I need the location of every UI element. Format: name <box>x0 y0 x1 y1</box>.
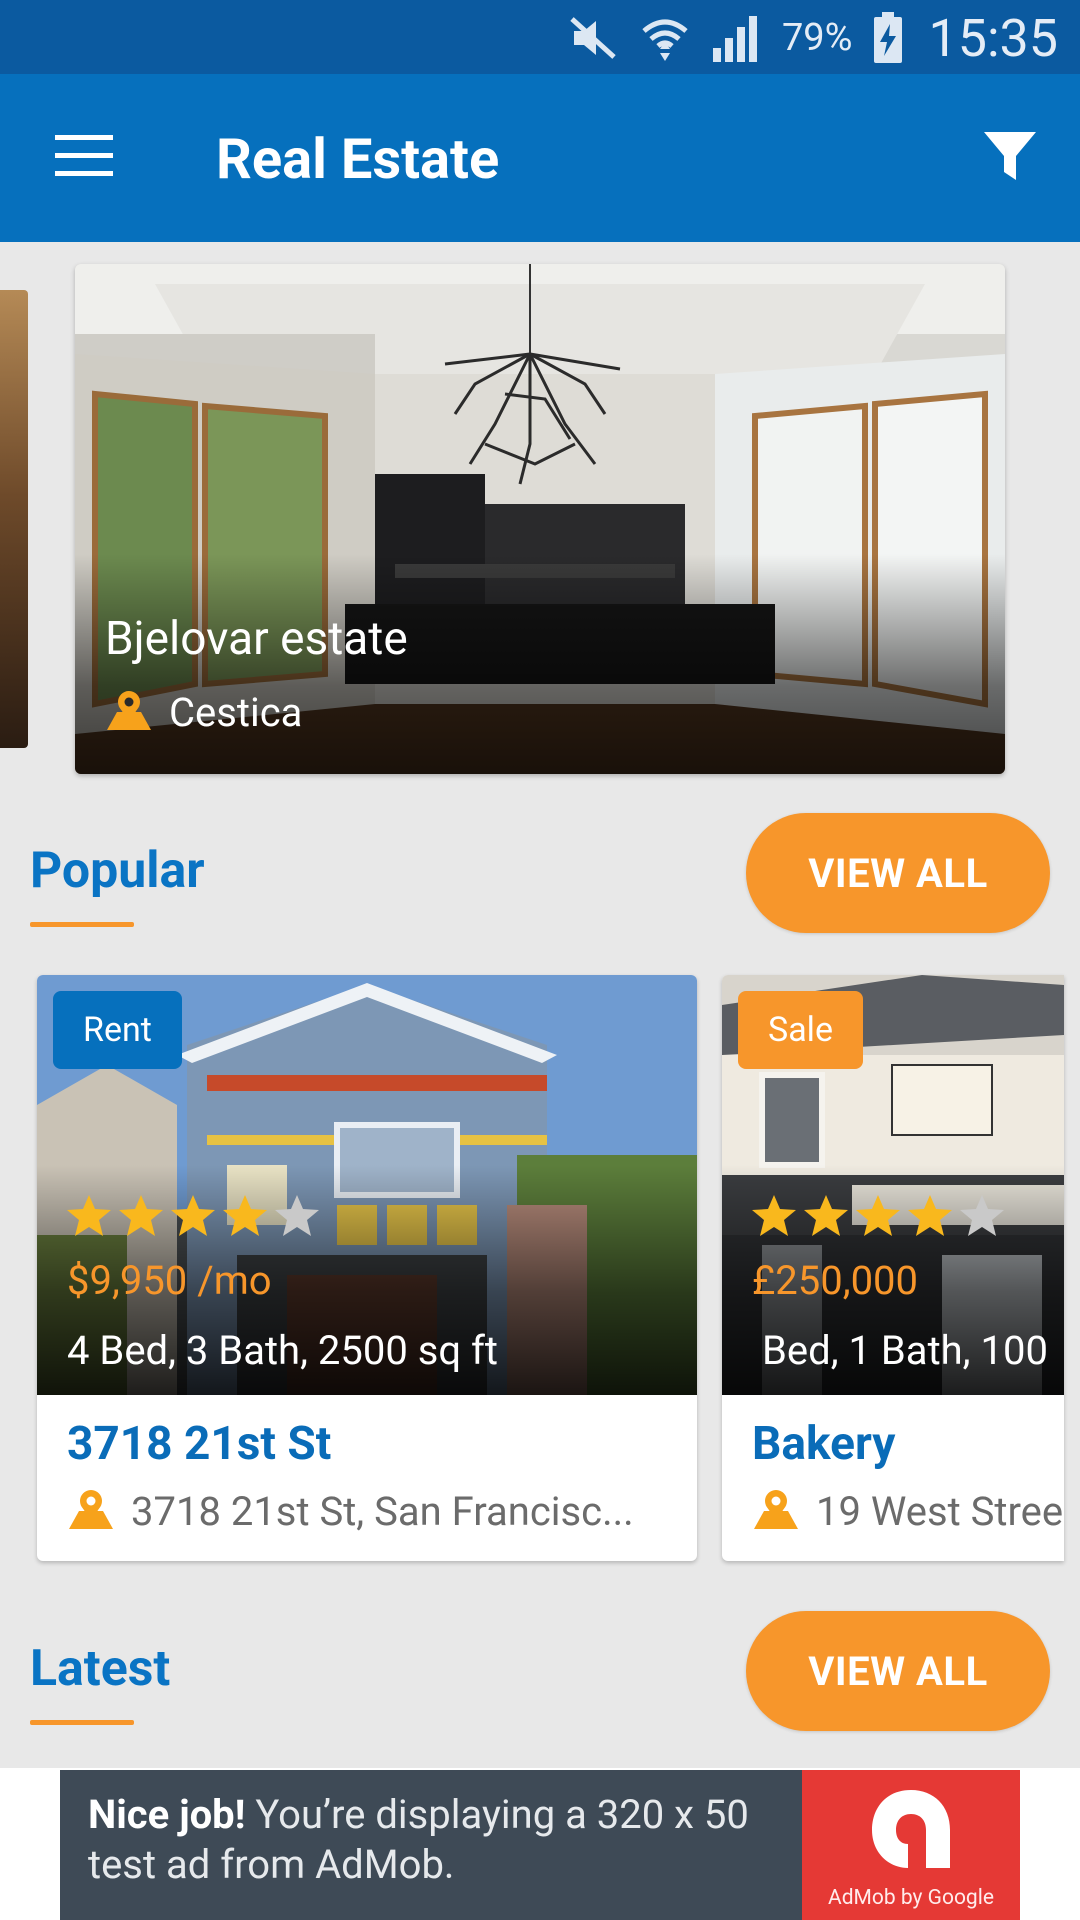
wifi-icon <box>638 11 692 65</box>
star-icon <box>65 1193 113 1243</box>
admob-icon <box>872 1790 950 1868</box>
popular-heading: Popular <box>30 842 205 900</box>
featured-location-label: Cestica <box>169 688 303 736</box>
featured-property-title: Bjelovar estate <box>105 612 408 666</box>
property-card[interactable]: Sale £250,000 Bed, 1 Bath, 100 Bakery 19… <box>722 975 1064 1561</box>
latest-heading: Latest <box>30 1640 171 1698</box>
property-price: $9,950 /mo <box>67 1257 272 1304</box>
map-pin-icon <box>752 1487 800 1535</box>
property-name: 3718 21st St <box>67 1417 332 1471</box>
star-icon <box>750 1193 798 1243</box>
star-icon <box>802 1193 850 1243</box>
latest-heading-underline <box>30 1720 134 1725</box>
app-title: Real Estate <box>216 126 500 192</box>
property-price: £250,000 <box>752 1257 919 1304</box>
featured-property-location: Cestica <box>105 688 302 736</box>
mute-icon <box>566 11 620 65</box>
property-address-text: 3718 21st St, San Francisc... <box>131 1487 634 1535</box>
latest-view-all-button[interactable]: VIEW ALL <box>746 1611 1050 1731</box>
signal-icon <box>710 11 764 65</box>
property-features: Bed, 1 Bath, 100 <box>762 1327 1048 1374</box>
star-icon <box>221 1193 269 1243</box>
star-empty-icon <box>958 1193 1006 1243</box>
ad-banner[interactable]: Nice job! You’re displaying a 320 x 50 t… <box>60 1770 1020 1920</box>
rating-stars <box>65 1193 321 1243</box>
hamburger-icon <box>55 135 113 181</box>
filter-button[interactable] <box>970 118 1050 198</box>
status-bar: 79% 15:35 <box>0 0 1080 74</box>
popular-view-all-button[interactable]: VIEW ALL <box>746 813 1050 933</box>
property-address-text: 19 West Stree <box>816 1487 1064 1535</box>
star-icon <box>169 1193 217 1243</box>
star-icon <box>117 1193 165 1243</box>
sale-badge: Sale <box>738 991 863 1069</box>
star-icon <box>854 1193 902 1243</box>
battery-charging-icon <box>871 11 905 65</box>
carousel-previous-slide[interactable] <box>0 290 28 748</box>
rating-stars <box>750 1193 1006 1243</box>
menu-button[interactable] <box>42 118 126 198</box>
featured-property-slide[interactable]: Bjelovar estate Cestica <box>75 264 1005 774</box>
clock: 15:35 <box>928 7 1059 69</box>
map-pin-icon <box>105 688 153 736</box>
map-pin-icon <box>67 1487 115 1535</box>
star-icon <box>906 1193 954 1243</box>
app-bar: Real Estate <box>0 74 1080 242</box>
ad-headline: Nice job! <box>88 1791 246 1838</box>
star-empty-icon <box>273 1193 321 1243</box>
battery-percent: 79% <box>781 16 853 60</box>
filter-icon <box>982 128 1038 188</box>
property-address: 3718 21st St, San Francisc... <box>67 1487 677 1535</box>
property-card[interactable]: Rent $9,950 /mo 4 Bed, 3 Bath, 2500 sq f… <box>37 975 697 1561</box>
rent-badge: Rent <box>53 991 182 1069</box>
ad-message: Nice job! You’re displaying a 320 x 50 t… <box>88 1790 808 1890</box>
property-features: 4 Bed, 3 Bath, 2500 sq ft <box>67 1327 499 1374</box>
popular-heading-underline <box>30 922 134 927</box>
property-name: Bakery <box>752 1417 896 1471</box>
admob-logo: AdMob by Google <box>802 1770 1020 1920</box>
ad-logo-label: AdMob by Google <box>828 1886 994 1910</box>
property-address: 19 West Stree <box>752 1487 1064 1535</box>
